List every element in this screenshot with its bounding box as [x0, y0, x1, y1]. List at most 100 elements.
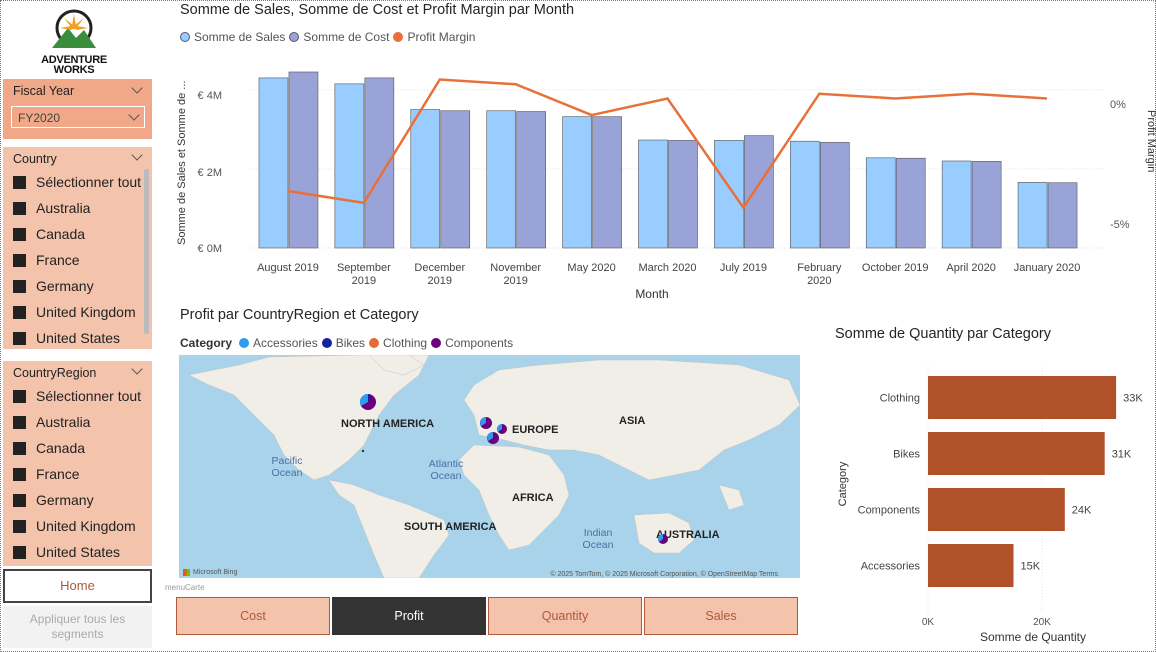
- x-tick-label: May 2020: [567, 262, 615, 274]
- checkbox[interactable]: [13, 201, 26, 215]
- country-item-united-kingdom[interactable]: United Kingdom: [13, 302, 136, 322]
- adventure-works-logo: ADVENTURE WORKS: [38, 6, 110, 76]
- chevron-down-icon[interactable]: [128, 109, 140, 121]
- x-tick-label: December 2019: [414, 262, 465, 287]
- microsoft-logo-icon: [183, 569, 190, 576]
- checkbox[interactable]: [13, 519, 26, 533]
- fiscal-year-header: Fiscal Year: [13, 84, 75, 98]
- fiscal-year-dropdown[interactable]: FY2020: [11, 106, 145, 128]
- checkbox[interactable]: [13, 545, 26, 559]
- cost-bar[interactable]: [1047, 182, 1078, 249]
- tab-quantity[interactable]: Quantity: [488, 597, 642, 635]
- checkbox[interactable]: [13, 493, 26, 507]
- sales-bar[interactable]: [790, 140, 820, 249]
- checkbox[interactable]: [13, 175, 26, 189]
- fiscal-year-slicer[interactable]: Fiscal Year FY2020: [3, 79, 152, 139]
- sales-bar[interactable]: [1017, 182, 1048, 249]
- quantity-bar[interactable]: [928, 376, 1117, 419]
- quantity-x-axis-label: Somme de Quantity: [980, 630, 1086, 644]
- sales-bar[interactable]: [334, 83, 365, 249]
- legend-clothing: Clothing: [383, 336, 428, 350]
- fiscal-year-value: FY2020: [18, 111, 61, 125]
- country-item-select-all[interactable]: Sélectionner tout: [13, 172, 141, 192]
- combo-chart-legend[interactable]: Somme de Sales Somme de Cost Profit Marg…: [180, 30, 475, 44]
- quantity-bar[interactable]: [928, 488, 1065, 531]
- quantity-bar[interactable]: [928, 544, 1014, 587]
- accessories-dot: [239, 338, 250, 348]
- country-item-germany[interactable]: Germany: [13, 276, 94, 296]
- map-pie-markers[interactable]: [179, 355, 800, 578]
- region-item-united-kingdom[interactable]: United Kingdom: [13, 516, 136, 536]
- checkbox[interactable]: [13, 389, 26, 403]
- sales-cost-margin-chart[interactable]: Somme de Sales et Somme de ... Profit Ma…: [175, 50, 1156, 310]
- tab-sales[interactable]: Sales: [644, 597, 798, 635]
- checkbox[interactable]: [13, 253, 26, 267]
- tab-cost[interactable]: Cost: [176, 597, 330, 635]
- pie-australia: [658, 534, 668, 544]
- x-tick-label: March 2020: [638, 262, 696, 274]
- region-item-select-all[interactable]: Sélectionner tout: [13, 386, 141, 406]
- bing-brand: Microsoft Bing: [193, 569, 238, 576]
- checkbox[interactable]: [13, 227, 26, 241]
- sales-bar[interactable]: [941, 160, 972, 249]
- checkbox[interactable]: [13, 305, 26, 319]
- cost-bar[interactable]: [820, 142, 850, 249]
- cost-bar[interactable]: [971, 161, 1002, 249]
- x-tick-label: April 2020: [946, 262, 996, 274]
- home-button[interactable]: Home: [3, 569, 152, 603]
- y2-tick: -5%: [1110, 219, 1130, 231]
- cost-bar[interactable]: [744, 135, 774, 249]
- legend-cost: Somme de Cost: [303, 30, 390, 44]
- region-item-germany[interactable]: Germany: [13, 490, 94, 510]
- quantity-by-category-chart[interactable]: Category Somme de Quantity 0K 20K Clothi…: [830, 360, 1148, 648]
- checkbox[interactable]: [13, 467, 26, 481]
- checkbox[interactable]: [13, 415, 26, 429]
- country-scrollbar[interactable]: [144, 169, 149, 334]
- y-tick: € 2M: [198, 167, 222, 179]
- country-slicer[interactable]: Country Sélectionner tout Australia Cana…: [3, 147, 152, 349]
- region-item-label: Sélectionner tout: [36, 388, 142, 404]
- checkbox[interactable]: [13, 279, 26, 293]
- sales-bar[interactable]: [638, 139, 668, 249]
- region-item-united-states[interactable]: United States: [13, 542, 120, 562]
- cost-bar[interactable]: [668, 140, 698, 249]
- bar-value-label: 24K: [1072, 505, 1092, 517]
- checkbox[interactable]: [13, 331, 26, 345]
- country-region-slicer[interactable]: CountryRegion Sélectionner tout Australi…: [3, 361, 152, 566]
- sales-bar[interactable]: [410, 109, 441, 249]
- pie-germany: [497, 424, 507, 434]
- chevron-down-icon[interactable]: [131, 82, 143, 94]
- cost-bar[interactable]: [288, 71, 319, 249]
- apply-all-slicers-button[interactable]: Appliquer tous les segments: [3, 606, 152, 648]
- chevron-down-icon[interactable]: [131, 149, 143, 161]
- tab-profit[interactable]: Profit: [332, 597, 486, 635]
- country-region-header: CountryRegion: [13, 366, 97, 380]
- country-item-united-states[interactable]: United States: [13, 328, 120, 348]
- cost-bar[interactable]: [895, 157, 926, 249]
- country-item-label: Canada: [36, 226, 86, 242]
- sales-bar[interactable]: [486, 110, 516, 249]
- cost-bar[interactable]: [516, 111, 546, 249]
- cost-legend-dot: [289, 32, 300, 42]
- sales-bar[interactable]: [865, 157, 896, 249]
- legend-accessories: Accessories: [253, 336, 318, 350]
- sales-bar[interactable]: [714, 140, 744, 249]
- country-item-canada[interactable]: Canada: [13, 224, 85, 244]
- chevron-down-icon[interactable]: [131, 363, 143, 375]
- cost-bar[interactable]: [440, 110, 471, 249]
- country-item-label: United States: [36, 330, 121, 346]
- region-item-france[interactable]: France: [13, 464, 80, 484]
- country-item-australia[interactable]: Australia: [13, 198, 90, 218]
- sales-bar[interactable]: [562, 116, 592, 249]
- country-item-france[interactable]: France: [13, 250, 80, 270]
- checkbox[interactable]: [13, 441, 26, 455]
- quantity-bar[interactable]: [928, 432, 1105, 475]
- map-legend[interactable]: Category Accessories Bikes Clothing Comp…: [180, 336, 513, 350]
- country-header: Country: [13, 152, 57, 166]
- region-item-canada[interactable]: Canada: [13, 438, 85, 458]
- region-item-label: France: [36, 466, 80, 482]
- world-map[interactable]: NORTH AMERICA EUROPE ASIA AFRICA SOUTH A…: [179, 355, 800, 578]
- cost-bar[interactable]: [592, 116, 622, 249]
- region-item-australia[interactable]: Australia: [13, 412, 90, 432]
- sales-bar[interactable]: [258, 77, 289, 249]
